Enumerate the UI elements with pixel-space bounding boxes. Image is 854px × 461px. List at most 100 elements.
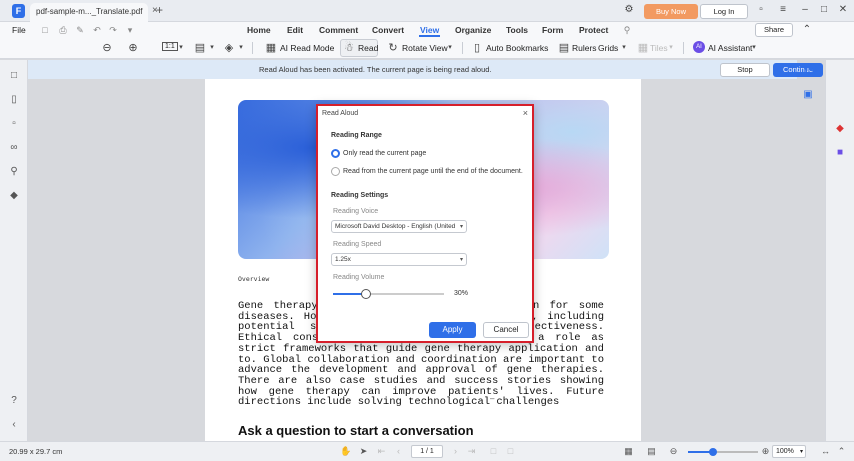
edit-icon[interactable]: ✎ xyxy=(75,25,85,35)
menu-protect[interactable]: Protect xyxy=(579,25,608,35)
auto-bookmarks-button[interactable]: Auto Bookmarks xyxy=(486,43,548,53)
menu-file[interactable]: File xyxy=(12,25,26,35)
volume-slider[interactable] xyxy=(333,289,444,299)
page-view-icon[interactable]: □ xyxy=(505,446,516,457)
radio-current-page[interactable] xyxy=(331,149,340,158)
chevron-down-icon[interactable]: ▾ xyxy=(174,41,188,55)
document-tab[interactable]: pdf-sample-m..._Translate.pdf xyxy=(30,3,148,22)
reading-voice-select[interactable]: Microsoft David Desktop - English (Unite… xyxy=(331,220,467,233)
zoom-in-icon[interactable]: ⊕ xyxy=(760,446,771,457)
page-indicator: 1 / 1 xyxy=(420,448,434,455)
read-button[interactable]: ☃ Read xyxy=(340,39,378,57)
stop-button[interactable]: Stop xyxy=(720,63,770,77)
title-bar: F pdf-sample-m..._Translate.pdf × + ⚙ Bu… xyxy=(0,0,854,22)
ai-assistant-icon[interactable]: AI xyxy=(693,41,705,53)
print-icon[interactable]: ⎙ xyxy=(58,25,68,35)
cancel-button[interactable]: Cancel xyxy=(483,322,529,338)
save-icon[interactable]: □ xyxy=(40,25,50,35)
settings-target-icon[interactable] xyxy=(805,63,817,75)
chevron-down-icon[interactable]: ▾ xyxy=(664,41,678,55)
undo-icon[interactable]: ↶ xyxy=(92,25,102,35)
menu-home[interactable]: Home xyxy=(247,25,271,35)
ai-assistant-button[interactable]: AI Assistant xyxy=(708,43,752,53)
menu-organize[interactable]: Organize xyxy=(455,25,491,35)
chevron-down-icon[interactable]: ▾ xyxy=(617,41,631,55)
divider xyxy=(683,42,684,54)
bookmark-icon[interactable]: ▯ xyxy=(8,94,20,106)
menu-convert[interactable]: Convert xyxy=(372,25,404,35)
help-icon[interactable]: ? xyxy=(8,395,20,407)
ruler-icon[interactable]: ▤ xyxy=(557,41,571,55)
select-tool-icon[interactable]: ➤ xyxy=(358,446,369,457)
close-window-icon[interactable]: ✕ xyxy=(836,4,850,15)
translate-icon[interactable]: ▣ xyxy=(801,89,815,100)
last-page-icon[interactable]: ⇥ xyxy=(466,446,477,457)
properties-icon[interactable]: ■ xyxy=(834,147,846,159)
menu-comment[interactable]: Comment xyxy=(319,25,358,35)
rulers-button[interactable]: Rulers xyxy=(572,43,597,53)
first-page-icon[interactable]: ⇤ xyxy=(376,446,387,457)
menu-icon[interactable]: ≡ xyxy=(776,4,790,15)
chevron-down-icon[interactable]: ▾ xyxy=(443,41,457,55)
fit-width-icon[interactable]: ↔ xyxy=(820,446,831,457)
comment-icon[interactable]: ▫ xyxy=(8,118,20,130)
chevron-down-icon[interactable]: ▾ xyxy=(747,41,761,55)
app-logo-icon: F xyxy=(12,4,25,18)
page-thumbnails-icon[interactable]: □ xyxy=(8,70,20,82)
ai-sidebar-icon[interactable]: ◆ xyxy=(834,123,846,135)
collapse-left-icon[interactable]: ‹ xyxy=(8,419,20,431)
zoom-out-icon[interactable]: ⊖ xyxy=(668,446,679,457)
tiles-icon[interactable]: ▦ xyxy=(636,41,650,55)
radio-until-end[interactable] xyxy=(331,167,340,176)
message-icon[interactable]: ▫ xyxy=(754,4,768,15)
hand-tool-icon[interactable]: ✋ xyxy=(340,446,351,457)
log-in-button[interactable]: Log In xyxy=(700,4,748,19)
close-icon[interactable]: × xyxy=(523,108,528,118)
minimize-icon[interactable]: – xyxy=(798,4,812,15)
apply-button[interactable]: Apply xyxy=(429,322,476,338)
share-button[interactable]: Share xyxy=(755,23,793,37)
ai-read-mode-icon[interactable]: ▦ xyxy=(264,41,278,55)
maximize-icon[interactable]: □ xyxy=(817,4,831,15)
layers-icon[interactable]: ◆ xyxy=(8,190,20,202)
collapse-up-icon[interactable]: ⌃ xyxy=(836,446,847,457)
bookmark-icon[interactable]: ▯ xyxy=(470,41,484,55)
grids-button[interactable]: Grids xyxy=(598,43,618,53)
search-icon[interactable]: ⚲ xyxy=(622,25,632,35)
reading-voice-value: Microsoft David Desktop - English (Unite… xyxy=(335,223,456,230)
page-number-input[interactable]: 1 / 1 xyxy=(411,445,443,458)
redo-icon[interactable]: ↷ xyxy=(108,25,118,35)
search-icon[interactable]: ⚲ xyxy=(8,166,20,178)
zoom-slider[interactable] xyxy=(688,448,758,456)
radio-current-page-label[interactable]: Only read the current page xyxy=(343,150,426,157)
dropdown-icon[interactable]: ▾ xyxy=(125,25,135,35)
read-aloud-notification: Read Aloud has been activated. The curre… xyxy=(28,60,823,79)
chevron-down-icon[interactable]: ▾ xyxy=(234,41,248,55)
layout-icon[interactable]: ▦ xyxy=(623,446,634,457)
menu-view[interactable]: View xyxy=(420,25,439,35)
volume-value: 30% xyxy=(454,290,469,297)
ai-read-mode-button[interactable]: AI Read Mode xyxy=(280,43,334,53)
rotate-icon[interactable]: ↻ xyxy=(386,41,400,55)
radio-until-end-label[interactable]: Read from the current page until the end… xyxy=(343,168,523,175)
buy-now-button[interactable]: Buy Now xyxy=(644,4,698,19)
menu-form[interactable]: Form xyxy=(542,25,563,35)
zoom-in-icon[interactable]: ⊕ xyxy=(126,41,140,55)
rotate-view-button[interactable]: Rotate View xyxy=(402,43,448,53)
volume-slider-thumb[interactable] xyxy=(361,289,372,299)
menu-edit[interactable]: Edit xyxy=(287,25,303,35)
bell-icon[interactable]: ⚙ xyxy=(622,4,636,15)
collapse-icon[interactable]: ⌃ xyxy=(800,24,814,35)
zoom-select[interactable]: 100% ▾ xyxy=(772,445,806,458)
zoom-out-icon[interactable]: ⊖ xyxy=(100,41,114,55)
zoom-slider-thumb[interactable] xyxy=(708,448,717,456)
chevron-down-icon[interactable]: ▾ xyxy=(205,41,219,55)
new-tab-icon[interactable]: + xyxy=(156,3,163,17)
next-page-icon[interactable]: › xyxy=(450,446,461,457)
page-view-icon[interactable]: □ xyxy=(488,446,499,457)
reading-speed-select[interactable]: 1.25x ▾ xyxy=(331,253,467,266)
attachment-icon[interactable]: ∞ xyxy=(8,142,20,154)
menu-tools[interactable]: Tools xyxy=(506,25,528,35)
previous-page-icon[interactable]: ‹ xyxy=(393,446,404,457)
page-display-icon[interactable]: ▤ xyxy=(646,446,657,457)
